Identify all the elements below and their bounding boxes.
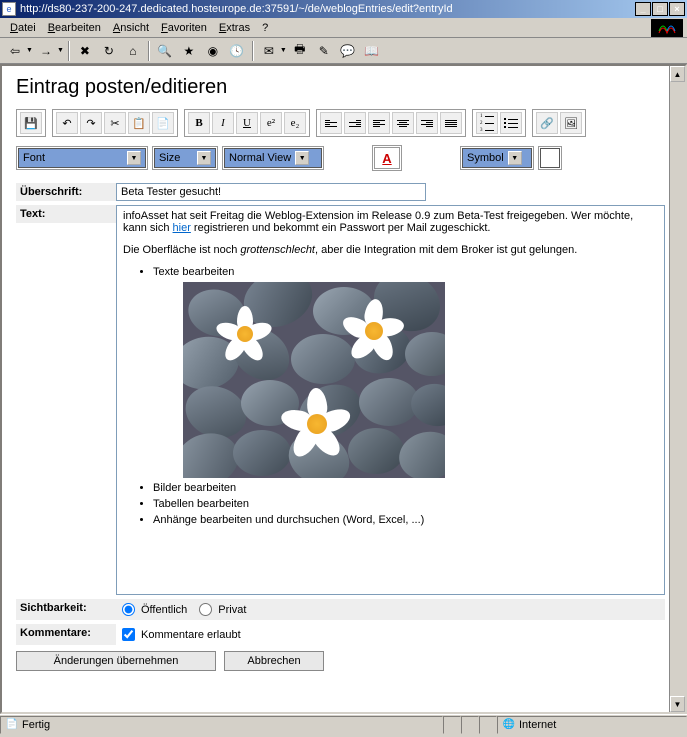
text-label: Text: bbox=[16, 205, 116, 223]
page-content: Eintrag posten/editieren 💾 ↶ ↷ ✂ 📋 📄 B I… bbox=[0, 64, 687, 714]
list-item: Bilder bearbeiten bbox=[153, 482, 658, 494]
history-button[interactable]: 🕓 bbox=[226, 40, 248, 62]
list-item: Texte bearbeiten bbox=[153, 266, 658, 478]
maximize-button[interactable]: □ bbox=[652, 2, 668, 16]
copy-icon[interactable]: 📋 bbox=[128, 112, 150, 134]
size-dropdown[interactable]: Size▼ bbox=[154, 148, 216, 168]
symbol-extra-dropdown[interactable] bbox=[540, 148, 560, 168]
menubar: Datei Bearbeiten Ansicht Favoriten Extra… bbox=[0, 18, 687, 38]
ordered-list-button[interactable]: 123 bbox=[476, 112, 498, 134]
list-item: Anhänge bearbeiten und durchsuchen (Word… bbox=[153, 514, 658, 526]
zone-icon: 🌐 bbox=[502, 718, 516, 732]
indent-button[interactable] bbox=[344, 112, 366, 134]
done-icon: 📄 bbox=[5, 718, 19, 732]
mail-button[interactable]: ✉ bbox=[258, 40, 280, 62]
text-color-button[interactable]: A bbox=[374, 147, 400, 169]
bold-button[interactable]: B bbox=[188, 112, 210, 134]
close-button[interactable]: × bbox=[669, 2, 685, 16]
unordered-list-button[interactable] bbox=[500, 112, 522, 134]
hier-link[interactable]: hier bbox=[173, 222, 191, 234]
scroll-up-arrow[interactable]: ▲ bbox=[670, 66, 685, 82]
editor-dropdowns: Font▼ Size▼ Normal View▼ A Symbol▼ bbox=[16, 145, 665, 171]
menu-help[interactable]: ? bbox=[256, 20, 274, 36]
undo-icon[interactable]: ↶ bbox=[56, 112, 78, 134]
home-button[interactable]: ⌂ bbox=[122, 40, 144, 62]
minimize-button[interactable]: _ bbox=[635, 2, 651, 16]
ie-logo bbox=[651, 19, 683, 37]
align-right-button[interactable] bbox=[416, 112, 438, 134]
edit-button[interactable]: ✎ bbox=[313, 40, 335, 62]
align-justify-button[interactable] bbox=[440, 112, 462, 134]
visibility-private-label: Privat bbox=[218, 604, 246, 616]
visibility-private-radio[interactable] bbox=[199, 603, 212, 616]
embedded-image bbox=[183, 282, 445, 478]
paste-icon[interactable]: 📄 bbox=[152, 112, 174, 134]
heading-label: Überschrift: bbox=[16, 183, 116, 201]
refresh-button[interactable]: ↻ bbox=[98, 40, 120, 62]
vertical-scrollbar[interactable]: ▲ ▼ bbox=[669, 66, 685, 712]
discuss-button[interactable]: 💬 bbox=[337, 40, 359, 62]
save-icon[interactable]: 💾 bbox=[20, 112, 42, 134]
ie-favicon: e bbox=[2, 2, 16, 16]
image-icon[interactable]: 🖼 bbox=[560, 112, 582, 134]
comments-label: Kommentare: bbox=[16, 624, 116, 645]
stop-button[interactable]: ✖ bbox=[74, 40, 96, 62]
scroll-down-arrow[interactable]: ▼ bbox=[670, 696, 685, 712]
zone-text: Internet bbox=[519, 719, 556, 731]
link-icon[interactable]: 🔗 bbox=[536, 112, 558, 134]
body-paragraph-1: infoAsset hat seit Freitag die Weblog-Ex… bbox=[123, 210, 658, 234]
list-item: Tabellen bearbeiten bbox=[153, 498, 658, 510]
subscript-button[interactable]: e₂ bbox=[284, 112, 306, 134]
menu-ansicht[interactable]: Ansicht bbox=[107, 20, 155, 36]
body-paragraph-2: Die Oberfläche ist noch grottenschlecht,… bbox=[123, 244, 658, 256]
print-button[interactable]: 🖶 bbox=[289, 40, 311, 62]
symbol-dropdown[interactable]: Symbol▼ bbox=[462, 148, 532, 168]
outdent-button[interactable] bbox=[320, 112, 342, 134]
cancel-button[interactable]: Abbrechen bbox=[224, 651, 324, 671]
media-button[interactable]: ◉ bbox=[202, 40, 224, 62]
heading-input[interactable] bbox=[116, 183, 426, 201]
window-titlebar: e http://ds80-237-200-247.dedicated.host… bbox=[0, 0, 687, 18]
comments-allowed-label: Kommentare erlaubt bbox=[141, 629, 241, 641]
menu-favoriten[interactable]: Favoriten bbox=[155, 20, 213, 36]
research-button[interactable]: 📖 bbox=[361, 40, 383, 62]
favorites-button[interactable]: ★ bbox=[178, 40, 200, 62]
align-left-button[interactable] bbox=[368, 112, 390, 134]
browser-toolbar: ⇦▼ →▼ ✖ ↻ ⌂ 🔍 ★ ◉ 🕓 ✉▼ 🖶 ✎ 💬 📖 bbox=[0, 38, 687, 64]
status-text: Fertig bbox=[22, 719, 50, 731]
visibility-public-label: Öffentlich bbox=[141, 604, 187, 616]
menu-bearbeiten[interactable]: Bearbeiten bbox=[42, 20, 107, 36]
comments-allowed-checkbox[interactable] bbox=[122, 628, 135, 641]
visibility-public-radio[interactable] bbox=[122, 603, 135, 616]
underline-button[interactable]: U bbox=[236, 112, 258, 134]
page-title: Eintrag posten/editieren bbox=[16, 76, 665, 99]
align-center-button[interactable] bbox=[392, 112, 414, 134]
menu-datei[interactable]: Datei bbox=[4, 20, 42, 36]
redo-icon[interactable]: ↷ bbox=[80, 112, 102, 134]
window-title: http://ds80-237-200-247.dedicated.hosteu… bbox=[20, 3, 635, 15]
save-button[interactable]: Änderungen übernehmen bbox=[16, 651, 216, 671]
font-dropdown[interactable]: Font▼ bbox=[18, 148, 146, 168]
statusbar: 📄 Fertig 🌐 Internet bbox=[0, 714, 687, 734]
visibility-label: Sichtbarkeit: bbox=[16, 599, 116, 620]
cut-icon[interactable]: ✂ bbox=[104, 112, 126, 134]
forward-button[interactable]: → bbox=[35, 40, 57, 62]
search-button[interactable]: 🔍 bbox=[154, 40, 176, 62]
superscript-button[interactable]: e² bbox=[260, 112, 282, 134]
menu-extras[interactable]: Extras bbox=[213, 20, 256, 36]
view-dropdown[interactable]: Normal View▼ bbox=[224, 148, 322, 168]
richtext-editor[interactable]: infoAsset hat seit Freitag die Weblog-Ex… bbox=[116, 205, 665, 595]
back-button[interactable]: ⇦ bbox=[4, 40, 26, 62]
italic-button[interactable]: I bbox=[212, 112, 234, 134]
editor-toolbar: 💾 ↶ ↷ ✂ 📋 📄 B I U e² e₂ bbox=[16, 109, 665, 137]
